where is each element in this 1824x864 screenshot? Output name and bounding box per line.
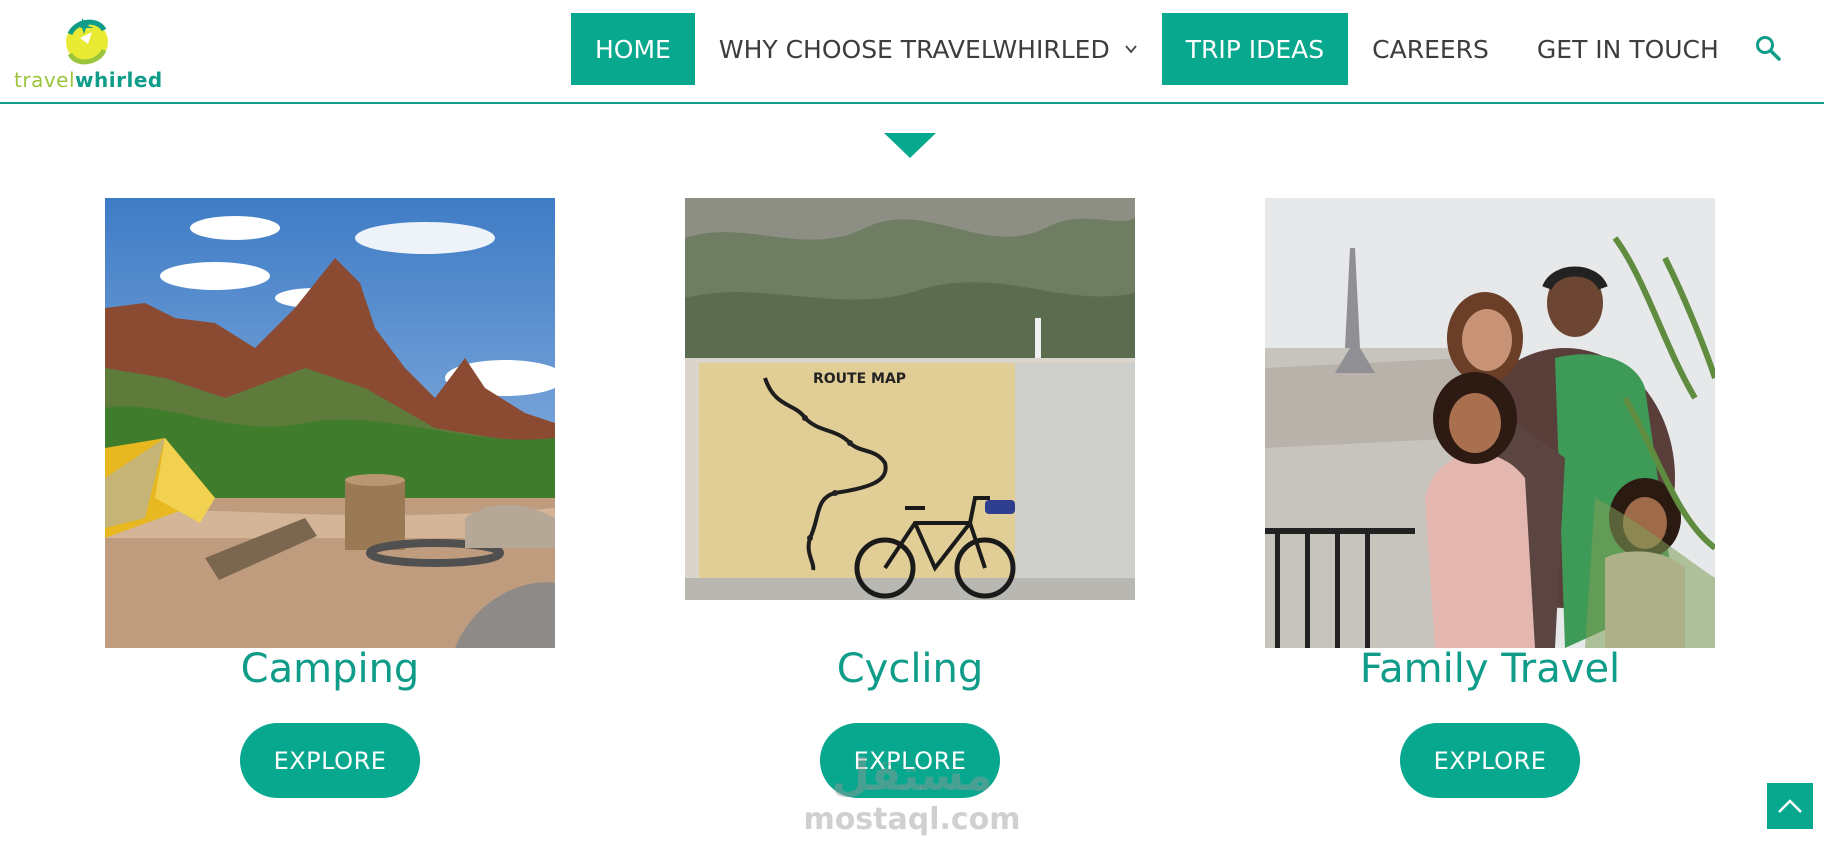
nav-get-in-touch[interactable]: GET IN TOUCH — [1513, 13, 1743, 85]
nav-careers[interactable]: CAREERS — [1348, 13, 1513, 85]
explore-button[interactable]: EXPLORE — [1400, 723, 1580, 798]
nav-careers-label: CAREERS — [1372, 34, 1489, 64]
chevron-up-icon — [1778, 799, 1802, 813]
svg-text:ROUTE MAP: ROUTE MAP — [813, 371, 906, 387]
nav-get-in-touch-label: GET IN TOUCH — [1536, 34, 1719, 64]
explore-button-label: EXPLORE — [273, 746, 387, 775]
nav-trip-ideas-label: TRIP IDEAS — [1185, 34, 1325, 64]
scroll-to-top-button[interactable] — [1767, 783, 1813, 829]
card-title: Family Travel — [1359, 646, 1621, 692]
card-title: Camping — [240, 646, 420, 692]
explore-button[interactable]: EXPLORE — [820, 723, 1000, 798]
nav-home-label: HOME — [595, 34, 671, 64]
nav-why-choose-label: WHY CHOOSE TRAVELWHIRLED — [718, 34, 1110, 64]
nav-trip-ideas[interactable]: TRIP IDEAS — [1161, 13, 1349, 85]
section-pointer-arrow — [884, 133, 936, 158]
logo-text: travelwhirled — [14, 68, 163, 92]
camping-image — [105, 198, 555, 648]
explore-button[interactable]: EXPLORE — [240, 723, 420, 798]
logo-globe-icon — [66, 18, 108, 65]
card-title: Cycling — [836, 646, 984, 692]
family-travel-image — [1265, 198, 1715, 648]
search-icon[interactable] — [1754, 34, 1782, 62]
watermark-latin: mostaql.com — [803, 802, 1021, 837]
logo-text-whirled: whirled — [75, 68, 163, 92]
site-header: travelwhirled HOME WHY CHOOSE TRAVELWHIR… — [0, 0, 1824, 104]
cycling-image: ROUTE MAP — [685, 198, 1135, 600]
nav-why-choose[interactable]: WHY CHOOSE TRAVELWHIRLED — [695, 13, 1162, 85]
explore-button-label: EXPLORE — [853, 746, 967, 775]
main-nav: HOME WHY CHOOSE TRAVELWHIRLED TRIP IDEAS… — [571, 13, 1743, 85]
logo[interactable]: travelwhirled — [14, 10, 164, 92]
explore-button-label: EXPLORE — [1433, 746, 1547, 775]
camping-photo — [105, 198, 555, 648]
cycling-photo: ROUTE MAP — [685, 198, 1135, 600]
family-photo — [1265, 198, 1715, 648]
nav-home[interactable]: HOME — [571, 13, 695, 85]
logo-text-travel: travel — [14, 68, 76, 92]
chevron-down-icon — [1125, 45, 1137, 54]
